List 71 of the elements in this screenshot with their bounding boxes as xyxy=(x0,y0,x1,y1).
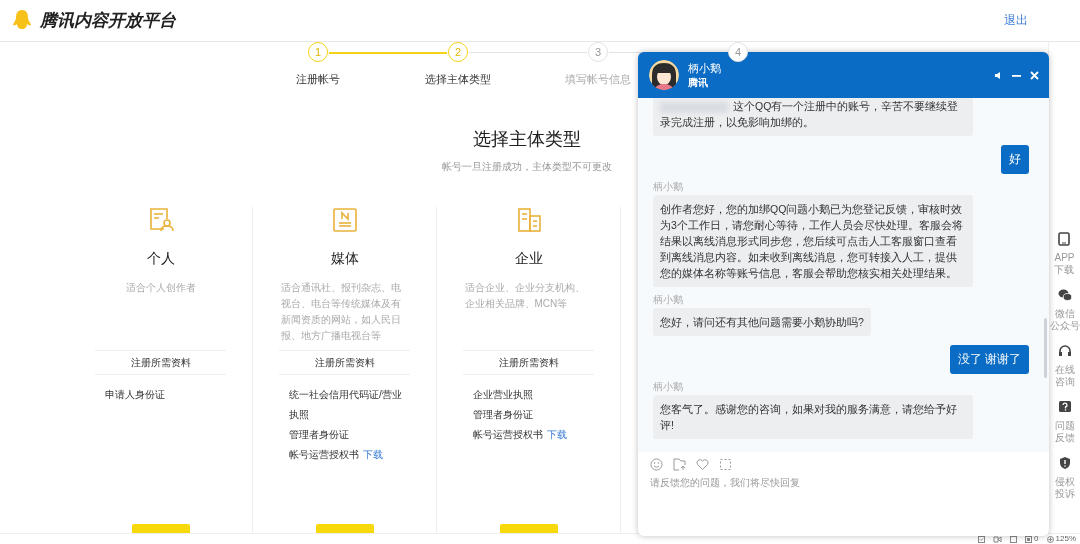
close-icon[interactable] xyxy=(1030,70,1039,80)
camera-icon[interactable] xyxy=(993,535,1003,543)
agent-message: 您好，请问还有其他问题需要小鹅协助吗? xyxy=(653,308,871,336)
user-message: 好 xyxy=(1001,145,1029,174)
step-number: 3 xyxy=(588,41,608,62)
agent-org: 腾讯 xyxy=(688,75,709,90)
requirements-heading: 注册所需资料 xyxy=(95,349,226,375)
page-heading: 选择主体类型 xyxy=(473,127,581,151)
heart-icon[interactable] xyxy=(696,458,709,471)
sidebar-label[interactable]: 在线 xyxy=(1054,363,1075,376)
message-input[interactable]: 请反馈您的问题，我们将尽快回复 xyxy=(650,477,950,488)
sender-name: 柄小鹅 xyxy=(653,294,684,305)
zoom-level: 125% xyxy=(1055,535,1076,543)
requirement-item: 企业营业执照 xyxy=(473,387,533,402)
person-document-icon xyxy=(147,206,174,233)
card-description: 适合通讯社、报刊杂志、电视台、电台等传统媒体及有新闻资质的网站，如人民日报、地方广播电视台等 xyxy=(280,280,402,343)
agent-message: 您客气了。感谢您的咨询，如果对我的服务满意，请您给予好评! xyxy=(653,395,973,439)
requirement-item: 管理者身份证 xyxy=(289,427,349,442)
step-number: 1 xyxy=(308,41,328,62)
tablet-icon[interactable] xyxy=(1057,231,1072,246)
agent-message: 创作者您好，您的加绑QQ问题小鹅已为您登记反馈，审核时效为3个工作日，请您耐心等待，工作人员会尽快处理。客服会将结果以离线消息形式同步您，您后续可点击人工客服窗口查看到离线消息内容。如未收到离线消息，您可转接入人工，提供您的媒体名称等账号信息，客服会帮助您核实相关处理结果。 xyxy=(653,195,973,287)
logout-link[interactable]: 退出 xyxy=(1004,11,1028,29)
sidebar-label[interactable]: 反馈 xyxy=(1054,431,1075,444)
card-description: 适合企业、企业分支机构、企业相关品牌、MCN等 xyxy=(464,280,586,311)
sidebar-label[interactable]: APP xyxy=(1054,251,1075,264)
user-message: 没了 谢谢了 xyxy=(949,345,1029,374)
document-icon xyxy=(331,206,358,233)
sidebar-label[interactable]: 公众号 xyxy=(1049,319,1080,332)
requirements-heading: 注册所需资料 xyxy=(463,349,594,375)
requirements-heading: 注册所需资料 xyxy=(279,349,410,375)
status-count: 0 xyxy=(1034,535,1039,543)
sender-name: 柄小鹅 xyxy=(653,181,684,192)
requirement-item: 帐号运营授权书 xyxy=(289,447,359,462)
download-link[interactable]: 下载 xyxy=(363,444,383,465)
card-title: 企业 xyxy=(514,249,543,268)
step-label: 注册帐号 xyxy=(296,71,340,87)
sidebar-label[interactable]: 下载 xyxy=(1054,263,1075,276)
building-icon xyxy=(515,206,542,233)
step-label: 填写帐号信息 xyxy=(565,71,631,87)
card-title: 个人 xyxy=(146,249,175,268)
card-title: 媒体 xyxy=(330,249,359,268)
download-link[interactable]: 下载 xyxy=(547,424,567,445)
sidebar-label[interactable]: 微信 xyxy=(1054,307,1075,320)
penguin-logo-icon xyxy=(12,9,32,32)
file-upload-icon[interactable] xyxy=(673,458,686,471)
speaker-icon[interactable] xyxy=(994,70,1003,80)
zoom-icon[interactable] xyxy=(1046,535,1054,543)
chat-bubbles-icon[interactable] xyxy=(1057,287,1072,302)
sidebar-label[interactable]: 问题 xyxy=(1054,419,1075,432)
screenshot-icon[interactable] xyxy=(719,458,732,471)
card-description: 适合个人创作者 xyxy=(124,280,197,295)
sidebar-label[interactable]: 投诉 xyxy=(1054,487,1075,500)
sidebar-label[interactable]: 侵权 xyxy=(1054,475,1075,488)
agent-name: 柄小鹅 xyxy=(688,60,721,76)
grid-icon[interactable] xyxy=(1025,535,1033,543)
question-icon[interactable] xyxy=(1057,399,1072,414)
requirement-item: 管理者身份证 xyxy=(473,407,533,422)
headset-icon[interactable] xyxy=(1057,343,1072,358)
agent-message: 这个QQ有一个注册中的账号，辛苦不要继续登录完成注册，以免影响加绑的。 xyxy=(653,98,973,136)
step-label: 选择主体类型 xyxy=(425,71,491,87)
sender-name: 柄小鹅 xyxy=(653,381,684,392)
square-icon[interactable] xyxy=(1010,535,1018,543)
avatar-icon xyxy=(648,59,680,91)
site-title: 腾讯内容开放平台 xyxy=(40,9,176,32)
requirement-item: 帐号运营授权书 xyxy=(473,427,543,442)
shield-icon[interactable] xyxy=(1057,455,1072,470)
step-number: 2 xyxy=(448,41,468,62)
sidebar-label[interactable]: 咨询 xyxy=(1054,375,1075,388)
requirement-item: 统一社会信用代码证/营业执照 xyxy=(289,387,403,422)
checkbox-icon[interactable] xyxy=(978,535,986,543)
requirement-item: 申请人身份证 xyxy=(105,387,165,402)
